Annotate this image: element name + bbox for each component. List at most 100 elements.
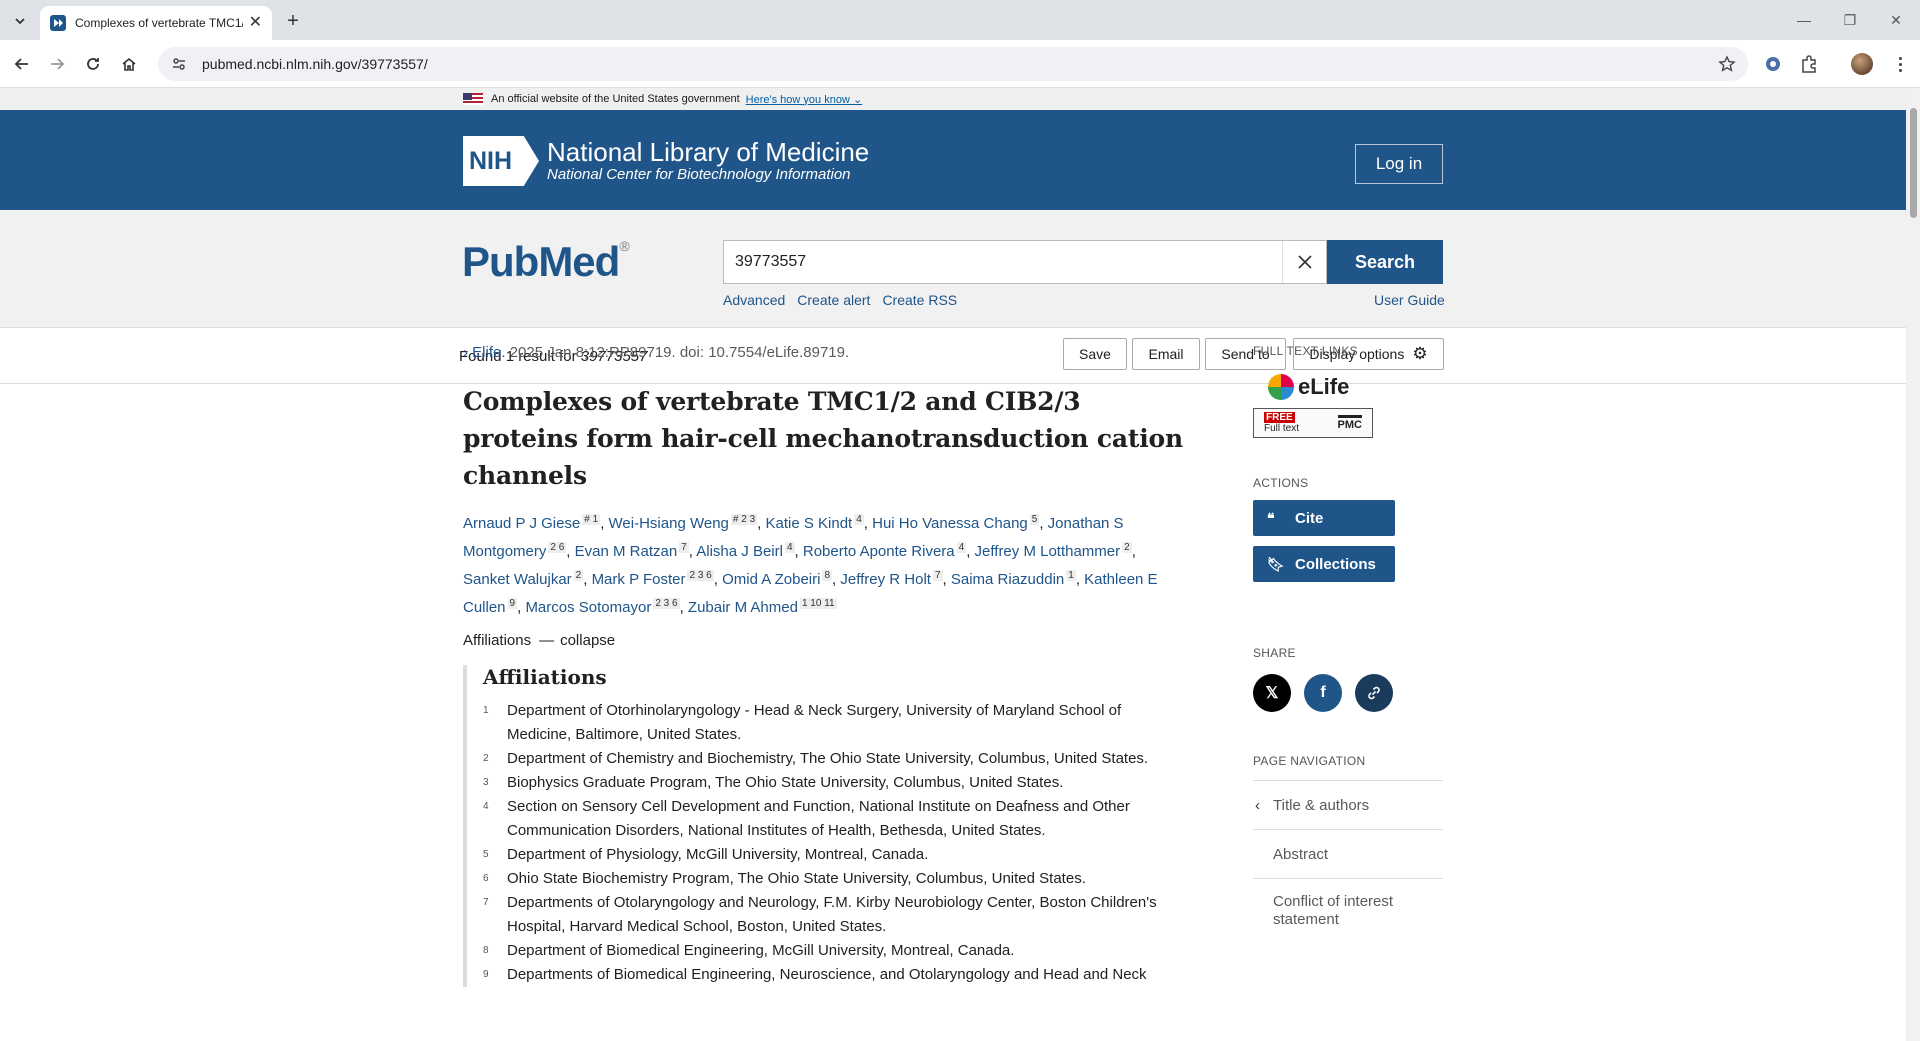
gov-banner: An official website of the United States… — [0, 88, 1906, 110]
site-info-icon[interactable] — [170, 55, 188, 73]
home-icon[interactable] — [115, 50, 143, 78]
search-input[interactable] — [724, 241, 1282, 283]
affiliation-number: 9 — [483, 969, 489, 980]
pubmed-page: An official website of the United States… — [0, 88, 1906, 1041]
collections-button[interactable]: 🔖︎ Collections — [1253, 546, 1395, 582]
reload-icon[interactable] — [79, 50, 107, 78]
affiliations-toggle[interactable]: Affiliations — collapse — [463, 632, 1183, 649]
forward-icon[interactable] — [43, 50, 71, 78]
author-link[interactable]: Zubair M Ahmed — [688, 599, 798, 616]
login-button[interactable]: Log in — [1355, 144, 1443, 184]
actions-label: ACTIONS — [1253, 476, 1309, 490]
author-affiliation-ref[interactable]: 1 — [1066, 570, 1076, 581]
citation-line: › Elife. 2025 Jan 8;12:RP89719. doi: 10.… — [463, 344, 1183, 361]
author-link[interactable]: Mark P Foster — [592, 571, 686, 588]
new-tab-icon[interactable]: + — [280, 8, 306, 34]
search-button[interactable]: Search — [1327, 240, 1443, 284]
free-pmc-link[interactable]: FREE Full text PMC — [1253, 408, 1373, 438]
copy-link-icon[interactable] — [1355, 674, 1393, 712]
author-link[interactable]: Katie S Kindt — [765, 515, 852, 532]
author-link[interactable]: Alisha J Beirl — [696, 543, 783, 560]
elife-link[interactable]: eLife — [1268, 374, 1443, 400]
article: › Elife. 2025 Jan 8;12:RP89719. doi: 10.… — [463, 344, 1183, 987]
tab-list-chevron-icon[interactable] — [8, 9, 32, 33]
nav-abstract[interactable]: Abstract — [1253, 829, 1443, 878]
user-guide-link[interactable]: User Guide — [1374, 292, 1445, 308]
pubmed-logo[interactable]: PubMed® — [462, 238, 630, 286]
author-link[interactable]: Omid A Zobeiri — [722, 571, 820, 588]
advanced-link[interactable]: Advanced — [723, 292, 785, 308]
tab-close-icon[interactable]: ✕ — [249, 15, 262, 31]
author-affiliation-ref[interactable]: 2 — [573, 570, 584, 581]
back-icon[interactable] — [8, 50, 36, 78]
affiliation-text: Biophysics Graduate Program, The Ohio St… — [507, 774, 1064, 791]
author-link[interactable]: Saima Riazuddin — [951, 571, 1064, 588]
affiliation-item: 5 Department of Physiology, McGill Univer… — [483, 843, 1183, 867]
browser-menu-icon[interactable] — [1890, 52, 1910, 76]
author-affiliation-ref[interactable]: 4 — [854, 514, 864, 525]
window-close-icon[interactable]: ✕ — [1873, 0, 1919, 40]
author-affiliation-ref[interactable]: 1 10 11 — [799, 598, 837, 609]
author-link[interactable]: Sanket Walujkar — [463, 571, 572, 588]
minimize-icon[interactable]: — — [1781, 0, 1827, 40]
extension-shield-icon[interactable] — [1761, 52, 1785, 76]
restore-icon[interactable]: ❐ — [1827, 0, 1873, 40]
author-link[interactable]: Roberto Aponte Rivera — [803, 543, 955, 560]
author-link[interactable]: Jeffrey R Holt — [840, 571, 931, 588]
bookmark-icon: 🔖︎ — [1267, 555, 1285, 572]
author-affiliation-ref[interactable]: 2 — [1122, 542, 1132, 553]
scrollbar-thumb[interactable] — [1910, 108, 1917, 218]
clear-search-icon[interactable] — [1282, 241, 1326, 283]
author-affiliation-ref[interactable]: 7 — [679, 542, 689, 553]
page-scrollbar[interactable] — [1906, 88, 1920, 1041]
author-affiliation-ref[interactable]: 7 — [932, 570, 943, 581]
nav-title-authors[interactable]: ‹ Title & authors — [1253, 780, 1443, 829]
author-affiliation-ref[interactable]: 5 — [1029, 514, 1040, 525]
author-affiliation-ref[interactable]: 2 6 — [548, 542, 567, 553]
affiliation-item: 6 Ohio State Biochemistry Program, The Oh… — [483, 867, 1183, 891]
tab-title: Complexes of vertebrate TMC1/ — [75, 16, 243, 30]
extensions-puzzle-icon[interactable] — [1797, 52, 1821, 76]
author-link[interactable]: Marcos Sotomayor — [525, 599, 651, 616]
author-link[interactable]: Arnaud P J Giese — [463, 515, 580, 532]
author-link[interactable]: Hui Ho Vanessa Chang — [872, 515, 1028, 532]
browser-toolbar: pubmed.ncbi.nlm.nih.gov/39773557/ — [0, 40, 1920, 88]
profile-avatar[interactable] — [1851, 53, 1873, 75]
author-affiliation-ref[interactable]: # 1 — [582, 514, 601, 525]
collapse-link[interactable]: collapse — [560, 632, 615, 649]
address-bar[interactable]: pubmed.ncbi.nlm.nih.gov/39773557/ — [158, 47, 1748, 81]
author-affiliation-ref[interactable]: 4 — [784, 542, 795, 553]
facebook-share-icon[interactable]: f — [1304, 674, 1342, 712]
author-link[interactable]: Evan M Ratzan — [575, 543, 678, 560]
author-link[interactable]: Jeffrey M Lotthammer — [975, 543, 1121, 560]
browser-tab[interactable]: Complexes of vertebrate TMC1/ ✕ — [40, 6, 272, 40]
page-navigation-label: PAGE NAVIGATION — [1253, 754, 1366, 768]
cite-button[interactable]: ❝ Cite — [1253, 500, 1395, 536]
chevron-right-icon[interactable]: › — [463, 344, 468, 361]
bookmark-star-icon[interactable] — [1718, 55, 1736, 78]
author-list: Arnaud P J Giese # 1, Wei-Hsiang Weng # 2 … — [463, 514, 1158, 616]
affiliation-text: Departments of Biomedical Engineering, N… — [507, 966, 1147, 983]
affiliation-text: Departments of Otolaryngology and Neurol… — [507, 894, 1157, 935]
author-affiliation-ref[interactable]: 4 — [956, 542, 967, 553]
author-affiliation-ref[interactable]: 8 — [822, 570, 833, 581]
pubmed-favicon-icon — [50, 15, 66, 31]
heres-how-you-know-link[interactable]: Here's how you know ⌄ — [746, 93, 863, 106]
x-share-icon[interactable]: 𝕏 — [1253, 674, 1291, 712]
author-affiliation-ref[interactable]: 2 3 6 — [653, 598, 680, 609]
affiliations-heading: Affiliations — [483, 665, 607, 689]
quote-icon: ❝ — [1267, 509, 1275, 526]
affiliation-text: Department of Otorhinolaryngology - Head… — [507, 702, 1122, 743]
author-affiliation-ref[interactable]: 9 — [507, 598, 518, 609]
journal-link[interactable]: Elife. — [472, 344, 505, 361]
author-affiliation-ref[interactable]: 2 3 6 — [687, 570, 714, 581]
create-rss-link[interactable]: Create RSS — [882, 292, 957, 308]
chevron-left-icon: ‹ — [1255, 796, 1260, 814]
author-affiliation-ref[interactable]: # 2 3 — [730, 514, 758, 525]
nlm-logo[interactable]: NIH National Library of Medicine Nationa… — [463, 136, 869, 186]
ncbi-subtitle: National Center for Biotechnology Inform… — [547, 166, 851, 183]
affiliation-number: 3 — [483, 777, 489, 788]
author-link[interactable]: Wei-Hsiang Weng — [609, 515, 729, 532]
create-alert-link[interactable]: Create alert — [797, 292, 870, 308]
nav-conflict-of-interest[interactable]: Conflict of interest statement — [1253, 878, 1443, 928]
